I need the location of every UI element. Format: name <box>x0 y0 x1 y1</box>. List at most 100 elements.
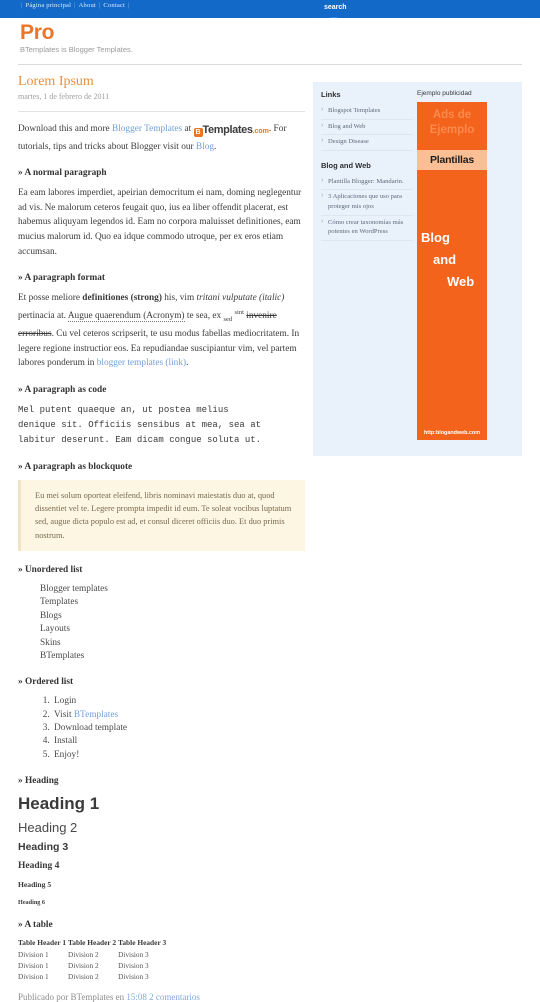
section-heading-paragraph-blockquote: » A paragraph as blockquote <box>18 462 133 473</box>
fmt-t1: Et posse meliore <box>18 293 83 304</box>
table-header-cell: Table Header 3 <box>118 937 167 947</box>
normal-paragraph-text: Ea eam labores imperdiet, apeirian democ… <box>18 188 302 257</box>
btemplates-logo-badge: B <box>193 128 203 137</box>
intro-lead: Download this and more <box>18 124 112 134</box>
list-item: Layouts <box>40 624 70 635</box>
post-time-link[interactable]: 15:08 <box>126 992 147 1002</box>
ordered-item-text: Enjoy! <box>54 749 80 760</box>
table-row: Division 1 Division 2 Division 3 <box>18 971 168 982</box>
section-heading-paragraph-format: » A paragraph format <box>18 273 106 284</box>
blog-title[interactable]: Pro <box>20 22 54 43</box>
fmt-italic: tritani vulputate (italic) <box>196 293 285 304</box>
sample-heading-3: Heading 3 <box>18 840 69 853</box>
table-cell: Division 3 <box>118 960 149 970</box>
section-heading-a-table: » A table <box>18 919 53 930</box>
format-paragraph: Et posse meliore definitiones (strong) h… <box>18 291 305 371</box>
nav-separator-3: | <box>128 2 130 9</box>
section-heading-paragraph-code: » A paragraph as code <box>18 385 107 396</box>
ordered-item-text: Login <box>54 696 77 707</box>
ad-word-web: Web <box>447 274 475 289</box>
blogger-templates-inline-link[interactable]: blogger templates (link) <box>97 358 186 368</box>
nav-link-contact[interactable]: Contact <box>103 2 125 9</box>
fmt-subscript: sed <box>223 315 233 323</box>
list-item: Skins <box>40 637 61 648</box>
fmt-strong: definitiones (strong) <box>82 293 162 304</box>
list-item: Blogger templates <box>40 583 108 594</box>
list-item: Enjoy! <box>52 749 305 762</box>
post-footer-prefix: Publicado por BTemplates en <box>18 991 127 1002</box>
feed-widget-title: Blog and Web <box>321 160 371 170</box>
post-intro-paragraph: Download this and more Blogger Templates… <box>18 122 305 154</box>
fmt-superscript: sint <box>234 308 244 316</box>
table-cell: Division 3 <box>118 971 149 981</box>
ad-strip-label: Plantillas <box>417 150 487 170</box>
top-nav-links: | Página principal | About | Contact | <box>18 2 133 9</box>
sidebar-feed-item[interactable]: 3 Aplicaciones que uso para proteger mis… <box>321 190 413 216</box>
ordered-list: Login Visit BTemplates Download template… <box>18 695 305 761</box>
sample-heading-6: Heading 6 <box>18 898 45 906</box>
sample-heading-5: Heading 5 <box>18 879 52 889</box>
sidebar-item-design-disease[interactable]: Design Disease <box>321 135 413 151</box>
table-cell: Division 2 <box>68 971 99 981</box>
fmt-t2: his, vim <box>161 293 197 304</box>
sample-heading-4: Heading 4 <box>18 860 60 871</box>
section-heading-normal-paragraph: » A normal paragraph <box>18 168 107 179</box>
code-block: Mel putent quaeque an, ut postea melius … <box>18 405 262 446</box>
table-row: Division 1 Division 2 Division 3 <box>18 949 168 960</box>
ordered-item-text: Visit <box>54 709 74 720</box>
nav-link-about[interactable]: About <box>79 2 96 9</box>
list-item: Templates <box>40 597 79 608</box>
ad-banner[interactable]: Ads de Ejemplo Plantillas Blog and Web h… <box>417 102 487 440</box>
main-content-column: Lorem Ipsum martes, 1 de febrero de 2011… <box>18 74 305 1002</box>
sidebar-item-blog-and-web[interactable]: Blog and Web <box>321 120 413 136</box>
blogger-templates-link[interactable]: Blogger Templates <box>112 124 182 134</box>
ordered-item-text: Download template <box>54 722 128 733</box>
ordered-item-text: Install <box>54 736 78 747</box>
sidebar-item-blogspot-templates[interactable]: Blogspot Templates <box>321 104 413 120</box>
sidebar-feed-item[interactable]: Cómo crear taxonomías más potentes en Wo… <box>321 216 413 241</box>
table-cell: Division 1 <box>18 949 49 959</box>
sidebar-column-right: Ejemplo publicidad Ads de Ejemplo Planti… <box>417 90 515 440</box>
list-item: Visit BTemplates <box>52 709 305 722</box>
nav-link-pagina-principal[interactable]: Página principal <box>26 2 72 9</box>
ad-url: http:blogandweb.com <box>424 430 480 436</box>
post-footer: Publicado por BTemplates en 15:08 2 come… <box>18 992 305 1002</box>
table-cell: Division 2 <box>68 949 99 959</box>
sample-heading-2: Heading 2 <box>18 819 78 835</box>
blog-description: BTemplates is Blogger Templates. <box>20 45 133 54</box>
intro-mid: at <box>182 124 194 134</box>
btemplates-logo-text: Templates <box>202 124 253 136</box>
table-header-cell: Table Header 1 <box>18 937 67 947</box>
ad-widget-title: Ejemplo publicidad <box>417 90 472 97</box>
ad-word-and: and <box>433 252 457 267</box>
fmt-t3: pertinacia at. <box>18 310 68 321</box>
table-row: Division 1 Division 2 Division 3 <box>18 960 168 971</box>
list-item: BTemplates <box>40 650 85 661</box>
sample-heading-1: Heading 1 <box>18 793 100 813</box>
list-item: Blogs <box>40 610 62 621</box>
post-date: martes, 1 de febrero de 2011 <box>18 92 110 101</box>
post-comments-link[interactable]: 2 comentarios <box>149 992 200 1002</box>
nav-separator-0: | <box>21 2 23 9</box>
list-item: Login <box>52 695 305 708</box>
btemplates-list-link[interactable]: BTemplates <box>74 710 118 720</box>
sidebar-feed-item[interactable]: Plantilla Blogger: Mandarin. <box>321 175 413 191</box>
ad-word-blog: Blog <box>421 230 450 245</box>
feed-widget-list: Plantilla Blogger: Mandarin. 3 Aplicacio… <box>321 175 413 241</box>
table-cell: Division 1 <box>18 960 49 970</box>
table-header-cell: Table Header 2 <box>68 937 117 947</box>
search-label: search <box>324 4 347 11</box>
sidebar: Links Blogspot Templates Blog and Web De… <box>313 82 522 456</box>
section-heading-unordered-list: » Unordered list <box>18 564 83 575</box>
post-title[interactable]: Lorem Ipsum <box>18 74 305 90</box>
ad-headline: Ads de Ejemplo <box>429 109 475 136</box>
links-widget-list: Blogspot Templates Blog and Web Design D… <box>321 104 413 151</box>
fmt-t8: . <box>186 358 189 369</box>
table-cell: Division 3 <box>118 949 149 959</box>
blog-link[interactable]: Blog <box>196 142 214 152</box>
table-cell: Division 2 <box>68 960 99 970</box>
nav-separator-1: | <box>74 2 76 9</box>
blockquote-block: Eu mei solum oporteat eleifend, libris n… <box>18 480 305 551</box>
links-widget-title: Links <box>321 90 341 99</box>
